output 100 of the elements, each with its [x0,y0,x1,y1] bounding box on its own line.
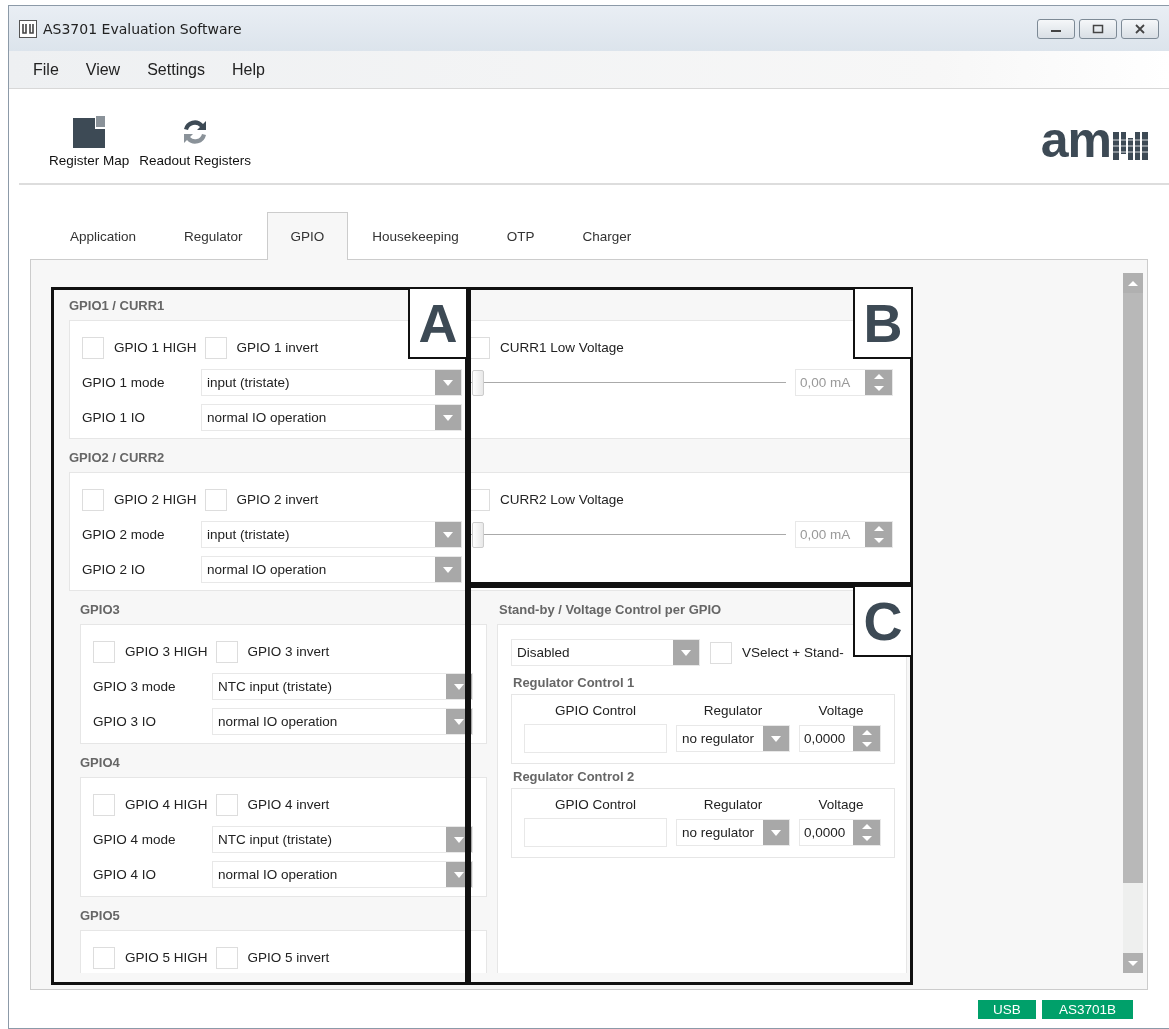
spin-arrow-icon [861,836,872,842]
maximize-icon [1092,23,1104,34]
column-header: Regulator [702,703,764,718]
annotation-label: A [408,289,466,359]
annotation-label: B [853,289,911,359]
group-title: GPIO3 [80,601,120,619]
toolbar-button[interactable]: Register Map [49,114,130,168]
annotation-label: C [853,587,911,657]
window-title: AS3701 Evaluation Software [43,20,242,37]
caret-icon [443,379,453,386]
field-label: GPIO 4 IO [93,867,158,882]
checkbox[interactable] [204,336,227,359]
spin-arrow-icon [873,525,884,531]
checkbox-label: VSelect + Stand- [742,645,844,660]
register-map-icon [72,114,107,149]
checkbox[interactable] [215,793,238,816]
group-title: Regulator Control 2 [513,768,635,786]
column-header: GPIO Control [554,703,637,718]
checkbox-label: CURR2 Low Voltage [500,492,624,507]
group-title: Stand-by / Voltage Control per GPIO [499,601,722,619]
checkbox-label: CURR1 Low Voltage [500,340,624,355]
dropdown[interactable]: NTC input (tristate) [212,826,473,853]
checkbox[interactable] [82,488,104,511]
spin-box[interactable]: 0,0000 [799,725,881,752]
field-label: GPIO 1 mode [82,375,166,390]
group-title: GPIO2 / CURR2 [69,449,165,467]
spin-arrow-icon [873,373,884,379]
dropdown[interactable]: no regulator [676,725,790,752]
dropdown[interactable]: normal IO operation [212,708,473,735]
slider-thumb[interactable] [472,521,484,548]
status-indicator: USB [978,1000,1036,1019]
tab[interactable]: Regulator [160,212,267,260]
dropdown[interactable]: input (tristate) [201,521,462,548]
tab[interactable]: OTP [482,212,559,260]
column-header: GPIO Control [554,797,637,812]
status-indicator: AS3701B [1042,1000,1133,1019]
dropdown[interactable]: normal IO operation [201,556,462,583]
dropdown[interactable]: normal IO operation [201,404,462,431]
caret-icon [454,718,464,725]
checkbox-label: GPIO 2 invert [236,492,319,507]
spin-arrow-icon [873,386,884,392]
checkbox[interactable] [710,641,732,664]
minimize-button[interactable] [1037,18,1075,39]
slider-thumb[interactable] [472,369,484,396]
dropdown[interactable]: no regulator [676,819,790,846]
field-label: GPIO 4 mode [93,832,177,847]
checkbox-label: GPIO 5 HIGH [125,950,208,965]
field-label: GPIO 3 mode [93,679,177,694]
spin-arrow-icon [861,729,872,735]
checkbox-label: GPIO 5 invert [247,950,330,965]
caret-icon [443,414,453,421]
caret-icon [443,566,453,573]
checkbox-label: GPIO 2 HIGH [114,492,197,507]
checkbox-label: GPIO 1 HIGH [114,340,197,355]
scroll-arrow-icon [1128,280,1138,286]
column-header: Voltage [817,797,865,812]
checkbox[interactable] [93,946,115,969]
checkbox[interactable] [93,793,115,816]
checkbox[interactable] [82,336,104,359]
spin-arrow-icon [873,538,884,544]
app-icon [19,19,37,38]
toolbar-button[interactable]: Readout Registers [139,114,252,168]
caret-icon [454,871,464,878]
checkbox-label: GPIO 4 HIGH [125,797,208,812]
checkbox[interactable] [215,946,238,969]
caret-icon [681,649,691,656]
close-button[interactable] [1121,18,1159,39]
spin-box[interactable]: 0,0000 [799,819,881,846]
tab[interactable]: Housekeeping [348,212,483,260]
menu-item[interactable]: Help [232,60,265,79]
spin-arrow-icon [861,742,872,748]
checkbox-label: GPIO 4 invert [247,797,330,812]
dropdown[interactable]: Disabled [511,639,700,666]
dropdown[interactable]: NTC input (tristate) [212,673,473,700]
caret-icon [454,836,464,843]
menu-item[interactable]: View [85,60,121,79]
dropdown[interactable]: input (tristate) [201,369,462,396]
caret-icon [771,829,781,836]
field-label: GPIO 2 mode [82,527,166,542]
scroll-arrow-icon [1128,960,1138,966]
group-title: Regulator Control 1 [513,674,635,692]
caret-icon [454,683,464,690]
checkbox[interactable] [204,488,227,511]
column-header: Voltage [817,703,865,718]
tab[interactable]: Application [46,212,161,260]
spin-arrow-icon [861,823,872,829]
menu-item[interactable]: File [33,60,59,79]
dropdown[interactable]: normal IO operation [212,861,473,888]
menu-item[interactable]: Settings [147,60,205,79]
scrollbar[interactable] [1123,273,1143,973]
tab[interactable]: Charger [558,212,656,260]
company-logo: am [1040,120,1151,160]
tab[interactable]: GPIO [266,212,349,260]
group-title: GPIO1 / CURR1 [69,297,165,315]
checkbox-label: GPIO 1 invert [236,340,319,355]
checkbox[interactable] [93,640,115,663]
field-label: GPIO 3 IO [93,714,158,729]
checkbox[interactable] [215,640,238,663]
maximize-button[interactable] [1079,18,1117,39]
close-icon [1134,23,1146,34]
